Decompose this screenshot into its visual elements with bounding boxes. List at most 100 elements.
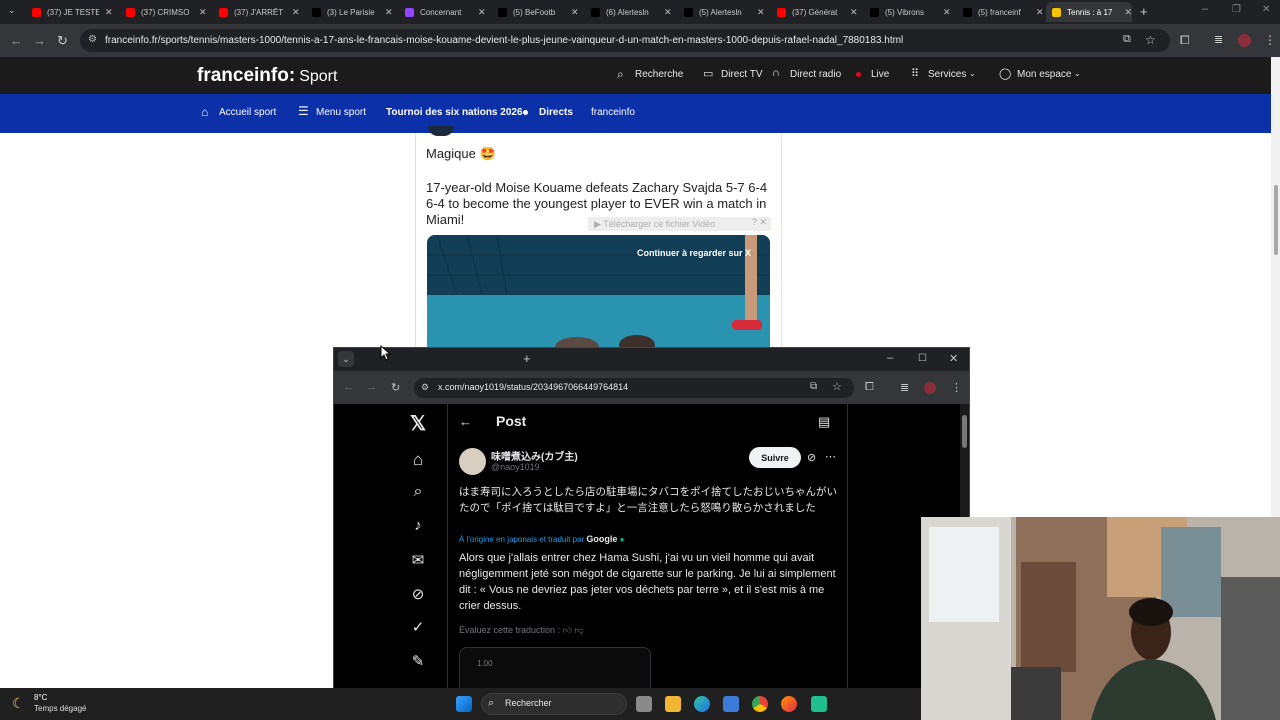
start-windows-icon[interactable] (456, 696, 472, 712)
weather-description[interactable]: Temps dégagé (34, 704, 86, 713)
author-avatar[interactable] (459, 448, 486, 475)
author-handle[interactable]: @naoy1019 (491, 462, 540, 472)
popup-url-text[interactable]: x.com/naoy1019/status/203496706644976481… (438, 382, 628, 392)
direct-radio-link[interactable]: Direct radio (790, 69, 841, 80)
weather-moon-icon[interactable]: ☾ (12, 695, 25, 712)
bookmark-star-icon[interactable]: ☆ (1145, 33, 1156, 47)
popup-menu-icon[interactable]: ⋮ (951, 381, 962, 394)
close-tab-icon[interactable]: ✕ (1124, 7, 1132, 18)
site-logo[interactable]: franceinfo: Sport (197, 65, 337, 87)
forward-icon[interactable]: → (33, 33, 46, 48)
taskbar-search-box[interactable] (481, 693, 627, 715)
grok-explain-icon[interactable]: ⊘ (807, 451, 816, 464)
popup-tab-list-icon[interactable]: ⌄ (338, 351, 354, 367)
search-icon[interactable]: ⌕ (617, 67, 624, 82)
popup-close-icon[interactable]: ✕ (949, 352, 958, 365)
browser-tab[interactable]: (5) Vibrons ✕ (864, 2, 954, 22)
explore-search-icon[interactable]: ⌕ (408, 483, 428, 501)
subnav-franceinfo[interactable]: franceinfo (591, 107, 635, 118)
popup-reload-icon[interactable]: ↻ (391, 381, 400, 394)
browser-tab[interactable]: (37) CRIMSO ✕ (120, 2, 210, 22)
continue-on-x-link[interactable]: Continuer à regarder sur X (637, 248, 751, 258)
browser-tab[interactable]: (37) J'ARRÊT ✕ (213, 2, 303, 22)
subnav-home[interactable]: Accueil sport (219, 107, 276, 118)
reload-icon[interactable]: ↻ (57, 33, 68, 49)
x-logo-icon[interactable]: 𝕏 (408, 411, 428, 436)
close-window-icon[interactable]: ✕ (1262, 4, 1270, 15)
popup-install-icon[interactable]: ⧉ (810, 381, 817, 392)
browser-tab[interactable]: (37) JE TESTE ✕ (26, 2, 116, 22)
firefox-icon[interactable] (781, 696, 797, 712)
reader-icon[interactable]: ▤ (818, 414, 830, 430)
taskbar-search-label[interactable]: Rechercher (505, 698, 552, 708)
restore-window-icon[interactable]: ❐ (1232, 4, 1241, 15)
url-text[interactable]: franceinfo.fr/sports/tennis/masters-1000… (105, 35, 903, 46)
popup-extensions-icon[interactable]: ⧠ (865, 381, 874, 394)
close-tab-icon[interactable]: ✕ (664, 7, 672, 18)
popup-maximize-icon[interactable]: ☐ (918, 353, 927, 364)
compose-icon[interactable]: ✎ (408, 652, 428, 670)
notifications-bell-icon[interactable]: ♪ (408, 517, 428, 534)
extensions-icon[interactable]: ⧠ (1180, 33, 1190, 48)
close-tab-icon[interactable]: ✕ (292, 7, 300, 18)
profile-avatar[interactable] (1238, 34, 1251, 47)
close-tab-icon[interactable]: ✕ (757, 7, 765, 18)
subnav-directs[interactable]: Directs (539, 107, 573, 118)
site-info-icon[interactable]: ⚙ (88, 34, 97, 45)
browser-tab[interactable]: Concernant ✕ (399, 2, 489, 22)
browser-tab[interactable]: Tennis : à 17 ✕ (1046, 2, 1132, 22)
browser-tab[interactable]: (5) franceinf ✕ (957, 2, 1047, 22)
back-arrow-icon[interactable]: ← (459, 414, 472, 429)
subnav-menu[interactable]: Menu sport (316, 107, 366, 118)
close-tab-icon[interactable]: ✕ (850, 7, 858, 18)
task-view-icon[interactable] (636, 696, 652, 712)
direct-tv-link[interactable]: Direct TV (721, 69, 763, 80)
new-tab-button[interactable]: + (1140, 4, 1148, 19)
messages-mail-icon[interactable]: ✉ (408, 551, 428, 569)
follow-button[interactable]: Suivre (749, 447, 801, 468)
edge-icon[interactable] (694, 696, 710, 712)
file-explorer-icon[interactable] (665, 696, 681, 712)
popup-back-icon[interactable]: ← (343, 381, 354, 393)
popup-profile-avatar[interactable] (924, 382, 936, 394)
search-link[interactable]: Recherche (635, 69, 683, 80)
media-controls-icon[interactable]: ≣ (1214, 33, 1223, 46)
browser-tab[interactable]: (37) Générat ✕ (771, 2, 861, 22)
close-tab-icon[interactable]: ✕ (199, 7, 207, 18)
store-icon[interactable] (723, 696, 739, 712)
close-tab-icon[interactable]: ✕ (385, 7, 393, 18)
author-name[interactable]: 味噌煮込み(カブ主) (491, 448, 578, 463)
subnav-tournament[interactable]: Tournoi des six nations 2026 (386, 107, 523, 118)
download-video-bar[interactable]: ▶ Télécharger ce fichier Vidéo (588, 217, 771, 231)
popup-forward-icon[interactable]: → (366, 381, 377, 393)
weather-temperature[interactable]: 8°C (34, 693, 47, 702)
post-media[interactable] (459, 647, 651, 690)
popup-scrollbar-thumb[interactable] (962, 415, 967, 448)
close-tab-icon[interactable]: ✕ (105, 7, 113, 18)
minimize-window-icon[interactable]: – (1202, 3, 1208, 15)
page-scrollbar-thumb[interactable] (1274, 185, 1278, 255)
app-icon[interactable] (811, 696, 827, 712)
browser-tab[interactable]: (6) Alertesln ✕ (585, 2, 675, 22)
thumbs-down-icon[interactable]: 👎︎ (575, 625, 584, 635)
close-tab-icon[interactable]: ✕ (943, 7, 951, 18)
popup-minimize-icon[interactable]: – (887, 352, 893, 364)
browser-tab[interactable]: (5) Alertesln ✕ (678, 2, 768, 22)
close-tab-icon[interactable]: ✕ (571, 7, 579, 18)
browser-menu-icon[interactable]: ⋮ (1264, 33, 1276, 47)
grok-icon[interactable]: ⊘ (408, 585, 428, 603)
verified-icon[interactable]: ✓ (408, 618, 428, 636)
tab-list-dropdown-icon[interactable]: ⌄ (8, 5, 16, 16)
close-tab-icon[interactable]: ✕ (478, 7, 486, 18)
more-options-icon[interactable]: ⋯ (825, 450, 836, 463)
back-icon[interactable]: ← (10, 33, 23, 48)
browser-tab[interactable]: (3) Le Parisie ✕ (306, 2, 396, 22)
close-tab-icon[interactable]: ✕ (1036, 7, 1044, 18)
account-menu[interactable]: Mon espace (1017, 69, 1071, 80)
popup-new-tab-button[interactable]: + (523, 351, 531, 366)
close-download-icon[interactable]: ? ✕ (752, 217, 767, 228)
install-app-icon[interactable]: ⧉ (1123, 33, 1131, 46)
browser-tab[interactable]: (5) BeFootb ✕ (492, 2, 582, 22)
home-icon[interactable]: ⌂ (408, 450, 428, 470)
services-menu[interactable]: Services (928, 69, 966, 80)
